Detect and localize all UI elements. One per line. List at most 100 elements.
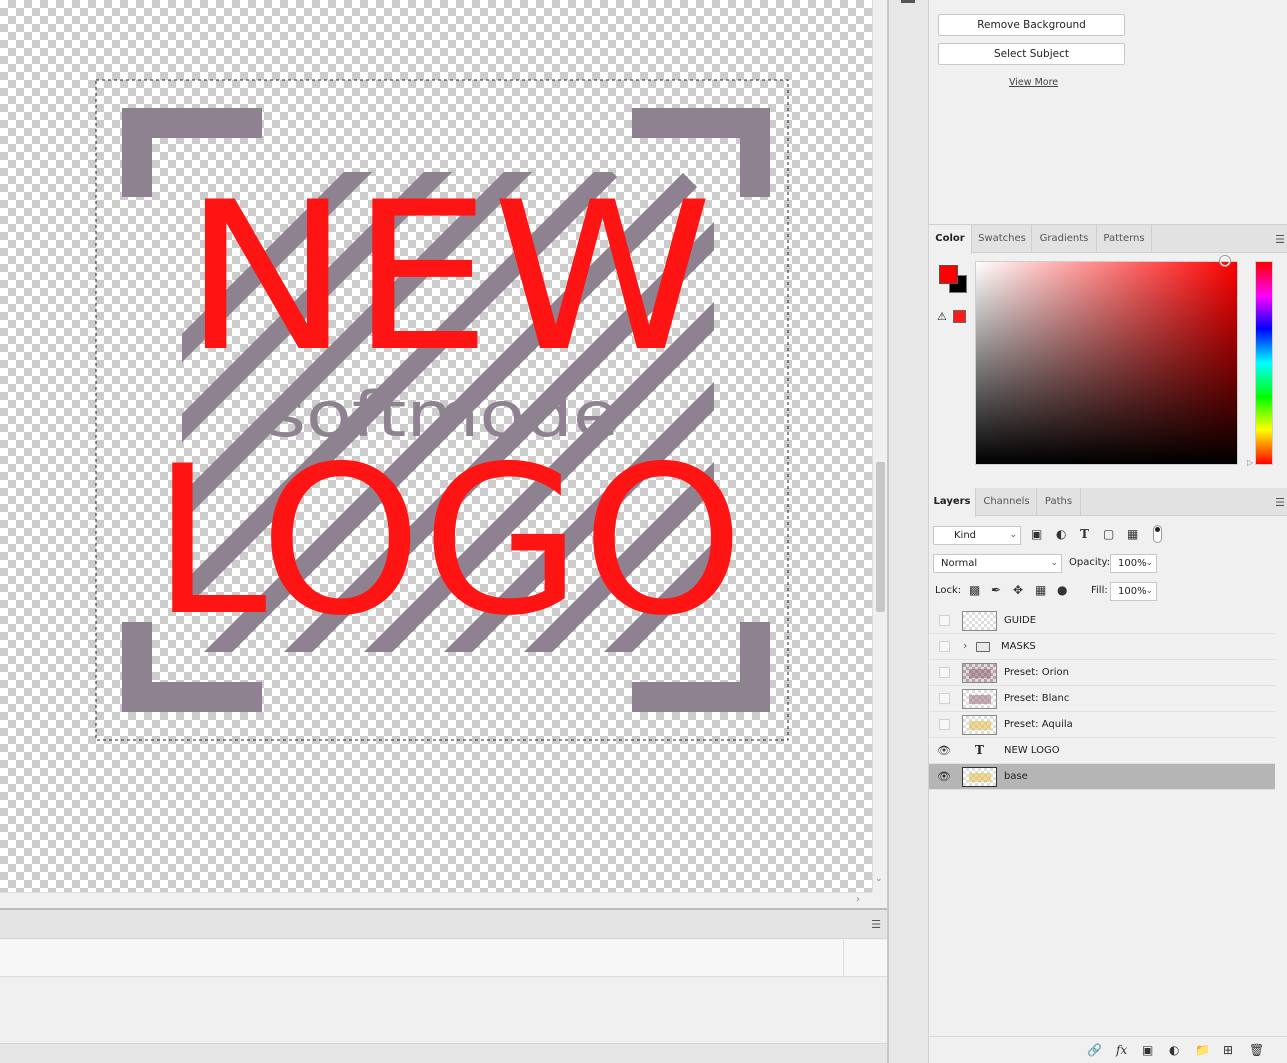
tab-separator	[1151, 225, 1152, 253]
lock-position-icon[interactable]: ✥	[1013, 583, 1023, 597]
visibility-toggle[interactable]	[939, 615, 950, 626]
layer-row-new-logo[interactable]: 👁 T NEW LOGO	[929, 738, 1275, 764]
hue-slider-handle-icon[interactable]: ▷	[1247, 458, 1253, 467]
canvas-horizontal-scrollbar[interactable]: ›	[0, 892, 872, 908]
in-gamut-color-swatch[interactable]	[953, 310, 966, 323]
document-canvas[interactable]: NEW softmode LOGO	[0, 0, 872, 892]
eye-icon[interactable]: 👁	[937, 770, 951, 783]
kind-select-value: Kind	[954, 530, 977, 541]
fill-input[interactable]: 100% ⌄	[1110, 582, 1157, 601]
layer-name: base	[1004, 771, 1028, 782]
chevron-down-icon: ⌄	[1050, 558, 1058, 568]
layer-filter-kind-select[interactable]: Kind ⌄	[933, 526, 1021, 545]
layers-panel-menu-icon[interactable]: ☰	[1275, 496, 1285, 509]
tab-channels[interactable]: Channels	[977, 488, 1036, 516]
color-panel-menu-icon[interactable]: ☰	[1275, 233, 1285, 246]
type-layer-icon: T	[975, 743, 984, 757]
filter-toggle-switch[interactable]	[1153, 525, 1162, 543]
tab-layers[interactable]: Layers	[929, 488, 976, 517]
tab-paths[interactable]: Paths	[1037, 488, 1080, 516]
new-group-icon[interactable]: 📁	[1195, 1043, 1210, 1057]
scroll-down-arrow-icon[interactable]: ⌄	[875, 874, 883, 884]
adjustment-layer-filter-icon[interactable]: ◐	[1056, 527, 1066, 541]
visibility-toggle[interactable]	[939, 693, 950, 704]
headline-new: NEW	[183, 159, 713, 397]
lock-all-icon[interactable]: ●	[1057, 583, 1067, 597]
layer-thumbnail	[962, 611, 997, 631]
lock-image-pixels-icon[interactable]: ✒	[991, 583, 1001, 597]
visibility-toggle[interactable]	[939, 641, 950, 652]
panel-grip-icon[interactable]	[901, 0, 915, 3]
fill-label: Fill:	[1091, 585, 1108, 596]
select-subject-button[interactable]: Select Subject	[938, 43, 1125, 65]
quick-actions-panel: Remove Background Select Subject View Mo…	[929, 0, 1287, 225]
tab-separator	[1080, 488, 1081, 516]
hue-slider[interactable]	[1255, 261, 1273, 465]
view-more-link[interactable]: View More	[1009, 77, 1058, 88]
layers-panel-tabs: Layers Channels Paths ☰	[929, 488, 1287, 517]
layers-panel-body: ⚲ Kind ⌄ ▣ ◐ T ▢ ▦ Normal ⌄ Opacity: 100…	[929, 517, 1287, 1063]
lower-panel-footer	[0, 1043, 887, 1063]
layer-row-masks-group[interactable]: › MASKS	[929, 634, 1275, 660]
layer-effects-icon[interactable]: fx	[1116, 1043, 1127, 1057]
lock-transparent-pixels-icon[interactable]: ▩	[969, 583, 980, 597]
layer-thumbnail	[962, 715, 997, 735]
layer-name: Preset: Aquila	[1004, 719, 1073, 730]
right-panel-dock: Remove Background Select Subject View Mo…	[929, 0, 1287, 1063]
adjustment-layer-icon[interactable]: ◐	[1169, 1043, 1179, 1057]
new-layer-icon[interactable]: ⊞	[1223, 1043, 1233, 1057]
add-mask-icon[interactable]: ▣	[1142, 1043, 1153, 1057]
layer-row-preset-blanc[interactable]: Preset: Blanc	[929, 686, 1275, 712]
saturation-brightness-field[interactable]	[975, 256, 1238, 465]
vertical-scroll-thumb[interactable]	[876, 462, 885, 612]
gamut-warning-icon: ⚠	[937, 310, 947, 323]
foreground-color-swatch[interactable]	[939, 265, 958, 284]
shape-layer-filter-icon[interactable]: ▢	[1103, 527, 1114, 541]
panel-menu-icon[interactable]: ☰	[871, 918, 881, 931]
chevron-right-icon[interactable]: ›	[963, 639, 967, 652]
visibility-toggle[interactable]	[939, 719, 950, 730]
collapsed-panel-strip	[887, 0, 929, 1063]
layer-name: Preset: Blanc	[1004, 693, 1070, 704]
tab-color[interactable]: Color	[929, 225, 972, 254]
lower-panel-header: ☰	[0, 910, 887, 939]
layer-row-preset-aquila[interactable]: Preset: Aquila	[929, 712, 1275, 738]
lock-label: Lock:	[935, 585, 962, 596]
tab-patterns[interactable]: Patterns	[1097, 225, 1151, 253]
color-panel-tabs: Color Swatches Gradients Patterns ☰	[929, 225, 1287, 254]
chevron-down-icon[interactable]: ⌄	[1145, 555, 1153, 572]
thumbnail-preview	[969, 669, 991, 678]
remove-background-button[interactable]: Remove Background	[938, 14, 1125, 36]
tab-gradients[interactable]: Gradients	[1032, 225, 1096, 253]
blend-mode-select[interactable]: Normal ⌄	[933, 554, 1062, 573]
layer-thumbnail	[962, 663, 997, 683]
type-layer-filter-icon[interactable]: T	[1080, 527, 1089, 541]
chevron-down-icon[interactable]: ⌄	[1145, 583, 1153, 600]
chevron-down-icon: ⌄	[1009, 530, 1017, 540]
tab-swatches[interactable]: Swatches	[973, 225, 1031, 253]
opacity-value: 100%	[1118, 558, 1147, 569]
color-picker-marker[interactable]	[1220, 256, 1230, 266]
opacity-input[interactable]: 100% ⌄	[1110, 554, 1157, 573]
folder-icon	[976, 642, 990, 652]
headline-logo: LOGO	[152, 423, 744, 661]
scroll-right-arrow-icon[interactable]: ›	[856, 894, 860, 905]
eye-icon[interactable]: 👁	[937, 744, 951, 757]
color-panel-body: ⚠ ▷	[929, 254, 1287, 487]
pixel-layer-filter-icon[interactable]: ▣	[1031, 527, 1042, 541]
layer-name: MASKS	[1001, 641, 1036, 652]
layer-row-preset-orion[interactable]: Preset: Orion	[929, 660, 1275, 686]
thumbnail-preview	[969, 773, 991, 782]
lower-panel-row	[0, 940, 887, 977]
opacity-label: Opacity:	[1069, 557, 1111, 568]
canvas-vertical-scrollbar[interactable]: ⌄	[872, 0, 887, 892]
smart-object-filter-icon[interactable]: ▦	[1127, 527, 1138, 541]
delete-layer-icon[interactable]: 🗑	[1249, 1043, 1264, 1057]
blend-mode-value: Normal	[941, 558, 978, 569]
link-layers-icon[interactable]: 🔗	[1087, 1043, 1102, 1057]
layer-row-guide[interactable]: GUIDE	[929, 608, 1275, 634]
visibility-toggle[interactable]	[939, 667, 950, 678]
layer-row-base[interactable]: 👁 base	[929, 764, 1275, 790]
layers-panel-footer: 🔗 fx ▣ ◐ 📁 ⊞ 🗑	[929, 1036, 1287, 1063]
lock-artboard-icon[interactable]: ▦	[1035, 583, 1046, 597]
